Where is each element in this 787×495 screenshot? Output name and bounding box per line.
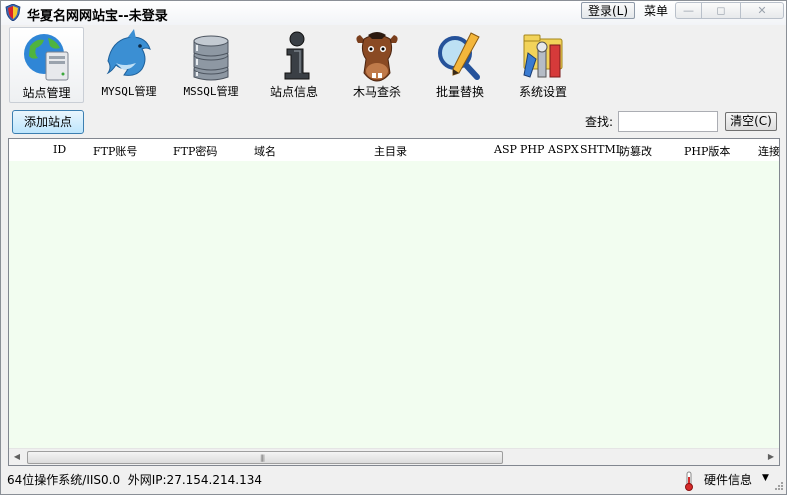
status-bar: 64位操作系统/IIS0.0 外网IP:27.154.214.134 硬件信息 … (1, 467, 786, 494)
column-header[interactable]: ASPX (548, 143, 579, 156)
search-label: 查找: (585, 115, 614, 129)
tool-label: MYSQL管理 (101, 85, 157, 98)
tool-trojan-scan[interactable]: 木马查杀 (344, 27, 410, 103)
column-header[interactable]: 域名 (254, 143, 276, 159)
close-button[interactable]: ✕ (740, 2, 784, 19)
column-header[interactable]: PHP (520, 143, 544, 156)
column-header[interactable]: FTP密码 (173, 143, 217, 159)
close-icon: ✕ (757, 4, 767, 17)
status-system-ip: 64位操作系统/IIS0.0 外网IP:27.154.214.134 (7, 471, 262, 488)
menu-button[interactable]: 菜单 (638, 2, 674, 19)
tool-mssql-management[interactable]: MSSQL管理 (178, 27, 244, 103)
tool-label: 批量替换 (435, 85, 484, 99)
database-icon (193, 35, 229, 81)
thermometer-icon (685, 471, 693, 491)
column-header[interactable]: FTP账号 (93, 143, 137, 159)
dropdown-arrow-icon[interactable]: ▼ (762, 473, 769, 483)
tool-label: 木马查杀 (352, 85, 401, 99)
column-header[interactable]: 连接 (758, 143, 779, 159)
horse-icon (356, 32, 398, 82)
site-table[interactable]: ID FTP账号 FTP密码 域名 主目录 ASP PHP ASPX SHTML… (8, 138, 780, 466)
magnifier-pencil-icon (438, 32, 480, 80)
tool-label: 站点管理 (22, 86, 71, 100)
globe-server-icon (23, 34, 68, 81)
tool-label: MSSQL管理 (183, 85, 239, 98)
horizontal-scrollbar[interactable]: ◀ ||| ▶ (9, 448, 779, 465)
scroll-right-icon[interactable]: ▶ (763, 449, 779, 465)
minimize-icon: — (683, 4, 694, 17)
maximize-button[interactable]: ◻ (701, 2, 740, 19)
scroll-left-icon[interactable]: ◀ (9, 449, 25, 465)
tool-system-settings[interactable]: 系统设置 (510, 27, 576, 103)
tool-site-management[interactable]: 站点管理 (9, 27, 84, 103)
status-system: 64位操作系统/IIS0.0 (7, 473, 121, 487)
column-header[interactable]: SHTML (580, 143, 623, 156)
resize-grip-icon[interactable] (773, 480, 783, 490)
title-bar: 华夏名网网站宝--未登录 登录(L) 菜单 — ◻ ✕ (1, 1, 786, 25)
tool-label: 系统设置 (518, 85, 567, 99)
tool-site-info[interactable]: 站点信息 (261, 27, 327, 103)
column-header[interactable]: PHP版本 (684, 143, 730, 159)
column-header[interactable]: 主目录 (374, 143, 407, 159)
column-header[interactable]: ASP (494, 143, 517, 156)
tool-mysql-management[interactable]: MYSQL管理 (94, 27, 164, 103)
column-header[interactable]: 防篡改 (619, 143, 652, 159)
tools-icon (523, 34, 563, 78)
info-icon (284, 31, 310, 80)
hardware-info-label[interactable]: 硬件信息 (704, 471, 752, 488)
login-button[interactable]: 登录(L) (581, 2, 635, 19)
clear-button[interactable]: 清空(C) (725, 112, 777, 131)
status-ip: 外网IP:27.154.214.134 (127, 473, 262, 487)
add-site-button[interactable]: 添加站点 (12, 110, 84, 134)
grip-icon: ||| (260, 454, 265, 462)
maximize-icon: ◻ (716, 4, 726, 17)
window-title: 华夏名网网站宝--未登录 (27, 9, 168, 24)
column-header[interactable]: ID (53, 143, 66, 156)
dolphin-icon (106, 29, 151, 76)
minimize-button[interactable]: — (675, 2, 701, 19)
scrollbar-thumb[interactable]: ||| (27, 451, 503, 464)
app-window: 华夏名网网站宝--未登录 登录(L) 菜单 — ◻ ✕ 站点管理 MYSQL管理 (0, 0, 787, 495)
search-input[interactable] (618, 111, 718, 132)
shield-logo-icon (5, 4, 21, 21)
table-header: ID FTP账号 FTP密码 域名 主目录 ASP PHP ASPX SHTML… (9, 139, 779, 161)
tool-batch-replace[interactable]: 批量替换 (427, 27, 493, 103)
tool-label: 站点信息 (269, 85, 318, 99)
